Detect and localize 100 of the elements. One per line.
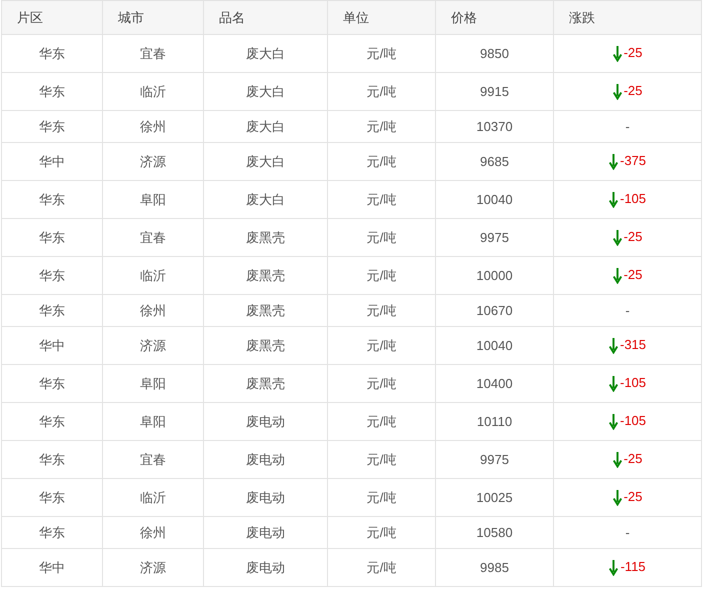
down-arrow-icon (608, 414, 618, 430)
table-cell: 废大白 (204, 72, 328, 110)
table-cell: 宜春 (102, 440, 204, 478)
table-cell: 元/吨 (328, 364, 436, 402)
table-cell: 华东 (2, 294, 102, 326)
table-cell: 废大白 (204, 180, 328, 218)
table-cell: 废电动 (204, 478, 328, 516)
table-cell: 徐州 (102, 516, 204, 548)
table-cell: 9975 (436, 440, 554, 478)
column-header: 价格 (436, 0, 554, 34)
table-cell: 废电动 (204, 548, 328, 586)
change-value: - (625, 119, 630, 134)
column-header: 单位 (328, 0, 436, 34)
table-cell: 华中 (2, 548, 102, 586)
table-cell: 废大白 (204, 110, 328, 142)
table-cell: 废黑壳 (204, 256, 328, 294)
down-arrow-icon (608, 338, 618, 354)
table-cell: 华东 (2, 364, 102, 402)
change-value: - (625, 525, 630, 540)
table-cell: 元/吨 (328, 402, 436, 440)
table-cell: 10670 (436, 294, 554, 326)
table-cell: 废大白 (204, 34, 328, 72)
table-cell: 华东 (2, 516, 102, 548)
table-cell: 华东 (2, 110, 102, 142)
table-cell: 10040 (436, 326, 554, 364)
table-cell: 宜春 (102, 218, 204, 256)
table-cell: 10040 (436, 180, 554, 218)
column-header: 城市 (102, 0, 204, 34)
table-cell: 华东 (2, 72, 102, 110)
change-value: - (625, 303, 630, 318)
change-value: -25 (624, 83, 642, 98)
table-cell: 元/吨 (328, 256, 436, 294)
table-cell: 临沂 (102, 256, 204, 294)
table-cell: 阜阳 (102, 180, 204, 218)
table-cell: 10370 (436, 110, 554, 142)
down-arrow-icon (612, 268, 622, 284)
change-value: -115 (620, 559, 646, 574)
table-cell: 元/吨 (328, 516, 436, 548)
table-cell: 10000 (436, 256, 554, 294)
change-value: -315 (620, 337, 646, 352)
table-cell: 元/吨 (328, 294, 436, 326)
table-cell: 华东 (2, 440, 102, 478)
table-cell: 徐州 (102, 294, 204, 326)
table-cell: 元/吨 (328, 180, 436, 218)
down-arrow-icon (612, 490, 622, 506)
column-header: 片区 (2, 0, 102, 34)
table-cell: 废黑壳 (204, 294, 328, 326)
table-cell: 10025 (436, 478, 554, 516)
table-cell: 废黑壳 (204, 364, 328, 402)
table-cell: 元/吨 (328, 110, 436, 142)
table-cell: 元/吨 (328, 440, 436, 478)
table-cell: 济源 (102, 326, 204, 364)
change-value: -25 (624, 229, 642, 244)
table-cell: 华东 (2, 180, 102, 218)
column-header: 品名 (204, 0, 328, 34)
table-cell: 宜春 (102, 34, 204, 72)
table-cell: 临沂 (102, 478, 204, 516)
table-cell: 10110 (436, 402, 554, 440)
down-arrow-icon (609, 560, 618, 576)
column-header: 涨跌 (554, 0, 702, 34)
down-arrow-icon (612, 84, 622, 100)
table-cell: 10400 (436, 364, 554, 402)
table-cell: 废电动 (204, 402, 328, 440)
change-value: -105 (620, 375, 646, 390)
down-arrow-icon (608, 192, 618, 208)
change-value: -25 (624, 489, 642, 504)
table-cell: 废电动 (204, 516, 328, 548)
table-cell: 阜阳 (102, 364, 204, 402)
table-cell: 华东 (2, 218, 102, 256)
table-cell: 临沂 (102, 72, 204, 110)
down-arrow-icon (608, 376, 618, 392)
change-value: -105 (620, 191, 646, 206)
table-cell: 9915 (436, 72, 554, 110)
down-arrow-icon (608, 154, 618, 170)
down-arrow-icon (612, 46, 622, 62)
table-cell: 元/吨 (328, 548, 436, 586)
table-cell: 元/吨 (328, 142, 436, 180)
table-cell: 废黑壳 (204, 218, 328, 256)
table-cell: 徐州 (102, 110, 204, 142)
table-cell: 元/吨 (328, 34, 436, 72)
table-cell: 9685 (436, 142, 554, 180)
table-cell: 华中 (2, 326, 102, 364)
change-value: -25 (624, 267, 642, 282)
table-cell: 废大白 (204, 142, 328, 180)
table-cell: 华东 (2, 34, 102, 72)
change-value: -25 (624, 45, 642, 60)
table-cell: 阜阳 (102, 402, 204, 440)
table-cell: 废黑壳 (204, 326, 328, 364)
table-cell: 济源 (102, 548, 204, 586)
change-value: -375 (620, 153, 646, 168)
table-cell: 济源 (102, 142, 204, 180)
down-arrow-icon (612, 452, 622, 468)
change-value: -105 (620, 413, 646, 428)
table-cell: 10580 (436, 516, 554, 548)
table-cell: 华东 (2, 478, 102, 516)
table-cell: 华东 (2, 402, 102, 440)
down-arrow-icon (612, 230, 622, 246)
table-cell: 元/吨 (328, 218, 436, 256)
table-cell: 元/吨 (328, 478, 436, 516)
table-cell: 元/吨 (328, 72, 436, 110)
